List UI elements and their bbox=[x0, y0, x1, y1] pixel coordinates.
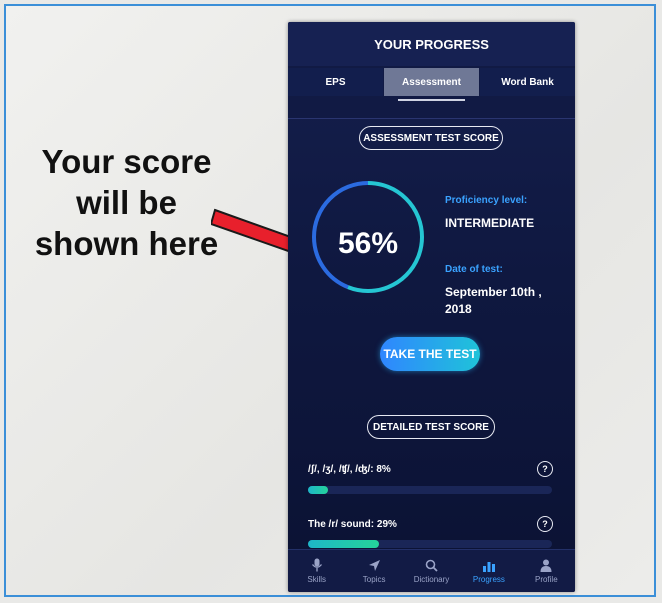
tab-word-bank[interactable]: Word Bank bbox=[480, 68, 575, 96]
page-title: YOUR PROGRESS bbox=[288, 22, 575, 66]
callout-line-1: Your score bbox=[41, 143, 212, 180]
skill-progress-fill bbox=[308, 540, 379, 548]
proficiency-value: INTERMEDIATE bbox=[445, 216, 535, 230]
nav-skills-label: Skills bbox=[307, 575, 327, 584]
nav-progress[interactable]: Progress bbox=[460, 550, 517, 592]
nav-topics-label: Topics bbox=[362, 574, 386, 584]
date-value-line-2: 2018 bbox=[445, 302, 472, 316]
date-value-line-1: September 10th , bbox=[445, 285, 542, 299]
bottom-navigation: Skills Topics Dictionary Progress Profil… bbox=[288, 549, 575, 592]
phone-screen: YOUR PROGRESS EPS Assessment Word Bank A… bbox=[288, 22, 575, 592]
navigation-arrow-icon bbox=[368, 559, 380, 571]
help-icon[interactable]: ? bbox=[537, 516, 553, 532]
nav-progress-label: Progress bbox=[472, 574, 505, 584]
tab-assessment[interactable]: Assessment bbox=[384, 68, 479, 101]
tab-eps[interactable]: EPS bbox=[288, 68, 383, 96]
proficiency-label: Proficiency level: bbox=[445, 195, 528, 206]
person-icon bbox=[540, 559, 552, 572]
mic-icon bbox=[311, 558, 322, 572]
bar-chart-icon bbox=[482, 561, 495, 572]
nav-topics[interactable]: Topics bbox=[345, 550, 402, 592]
take-test-button[interactable]: TAKE THE TEST bbox=[380, 337, 480, 371]
nav-profile[interactable]: Profile bbox=[518, 550, 575, 592]
date-label: Date of test: bbox=[445, 264, 503, 275]
nav-dictionary-label: Dictionary bbox=[413, 574, 450, 584]
callout-line-2: will be bbox=[76, 184, 177, 221]
callout-text: Your score will be shown here bbox=[24, 141, 229, 264]
skill-label-sh-zh-ch-j: /ʃ/, /ʒ/, /ʧ/, /ʤ/: 8% bbox=[308, 464, 391, 475]
callout-line-3: shown here bbox=[34, 225, 219, 262]
tab-bar: EPS Assessment Word Bank bbox=[288, 66, 575, 119]
detailed-score-pill: DETAILED TEST SCORE bbox=[367, 415, 495, 439]
date-value: September 10th , 2018 bbox=[445, 284, 542, 318]
help-icon[interactable]: ? bbox=[537, 461, 553, 477]
nav-skills[interactable]: Skills bbox=[288, 550, 345, 592]
skill-progress-track bbox=[308, 486, 552, 494]
skill-progress-track bbox=[308, 540, 552, 548]
assessment-score-pill: ASSESSMENT TEST SCORE bbox=[359, 126, 503, 150]
nav-profile-label: Profile bbox=[534, 574, 558, 584]
nav-dictionary[interactable]: Dictionary bbox=[403, 550, 460, 592]
search-icon bbox=[425, 559, 438, 572]
score-value: 56% bbox=[337, 227, 399, 260]
skill-progress-fill bbox=[308, 486, 328, 494]
skill-label-r-sound: The /r/ sound: 29% bbox=[308, 519, 397, 530]
